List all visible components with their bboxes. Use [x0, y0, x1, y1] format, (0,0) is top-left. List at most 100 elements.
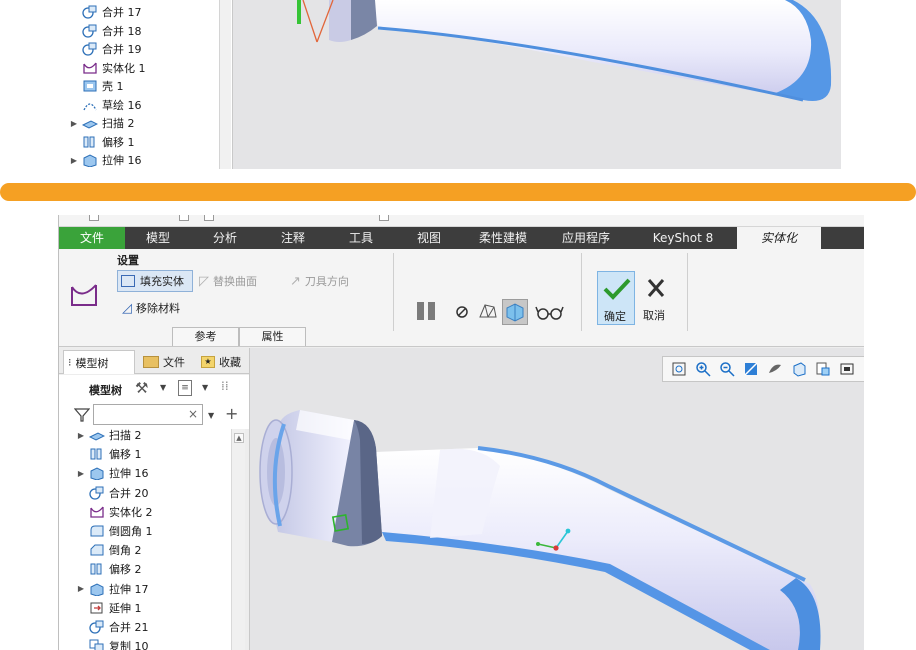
tree-item[interactable]: ▶ 扫描 2 — [68, 114, 135, 132]
tree-item[interactable]: 延伸 1 — [75, 599, 142, 617]
references-tab[interactable]: 参考 — [172, 327, 239, 346]
tab-file[interactable]: 文件 — [59, 227, 125, 249]
tree-item[interactable]: 实体化 1 — [68, 59, 146, 77]
checkmark-icon — [602, 276, 632, 306]
preview-shaded-icon[interactable] — [502, 299, 528, 325]
fill-solid-button[interactable]: 填充实体 — [117, 270, 193, 292]
cancel-button[interactable]: 取消 — [639, 271, 675, 325]
tab-keyshot[interactable]: KeyShot 8 — [629, 227, 737, 249]
model-tree-scrollbar[interactable]: ▲ — [231, 429, 245, 650]
tree-item[interactable]: 复制 10 — [75, 637, 149, 650]
settings-group-label: 设置 — [117, 254, 139, 267]
tree-item-label: 倒圆角 1 — [109, 525, 153, 538]
tree-settings-icon[interactable]: ⚒ — [135, 379, 148, 397]
tree-item[interactable]: 偏移 2 — [75, 560, 142, 578]
graphics-viewport[interactable] — [250, 348, 864, 650]
close-icon — [644, 277, 668, 303]
quick-access-icon[interactable] — [89, 215, 99, 221]
expand-arrow-icon[interactable]: ▶ — [75, 469, 87, 478]
favorites-icon: ★ — [201, 356, 215, 368]
pause-icon[interactable] — [415, 300, 439, 322]
no-preview-icon[interactable] — [453, 303, 471, 321]
tab-files-label: 文件 — [163, 356, 185, 369]
tree-item[interactable]: ▶ 扫描 2 — [75, 429, 142, 444]
tree-filter-icon[interactable]: ⁞⁞ — [221, 379, 229, 393]
show-list-icon[interactable]: ≡ — [178, 380, 192, 396]
chevron-down-icon[interactable]: ▼ — [160, 383, 166, 392]
tab-view[interactable]: 视图 — [395, 227, 463, 249]
chevron-down-icon[interactable]: ▼ — [202, 383, 208, 392]
tree-item[interactable]: ▶ 拉伸 16 — [68, 151, 142, 169]
tree-item[interactable]: 合并 17 — [68, 3, 142, 21]
tab-model-tree[interactable]: ⁝ 模型树 — [63, 350, 135, 374]
tree-item[interactable]: 合并 20 — [75, 484, 149, 502]
tree-item-label: 合并 20 — [109, 486, 149, 500]
tree-item-label: 偏移 1 — [102, 135, 135, 149]
tree-item[interactable]: 偏移 1 — [75, 445, 142, 463]
tab-tools[interactable]: 工具 — [327, 227, 395, 249]
sweep-icon — [82, 116, 98, 130]
offset-icon — [89, 562, 105, 576]
tool-direction-button[interactable]: ↗ 刀具方向 — [287, 270, 352, 292]
tree-item[interactable]: 合并 19 — [68, 40, 142, 58]
fill-solid-icon — [121, 275, 135, 287]
ok-button[interactable]: 确定 — [597, 271, 635, 325]
replace-surface-button[interactable]: ◸ 替换曲面 — [196, 270, 260, 292]
fill-solid-label: 填充实体 — [140, 275, 184, 288]
chevron-down-icon[interactable]: ▼ — [208, 411, 214, 420]
tab-solidify[interactable]: 实体化 — [737, 227, 821, 249]
ok-label: 确定 — [604, 310, 626, 323]
offset-icon — [89, 447, 105, 461]
tab-favorites[interactable]: ★ 收藏 — [197, 350, 249, 374]
tab-model[interactable]: 模型 — [125, 227, 191, 249]
add-icon[interactable]: + — [225, 404, 238, 423]
ribbon: 设置 填充实体 ◸ 替换曲面 ↗ 刀具方向 ◿ 移除材料 参考 属性 确定 取消 — [59, 249, 864, 347]
model-tree-top: 合并 17 合并 18 合并 19 实体化 1 壳 1 草绘 16 ▶ 扫描 2 偏移 1 ▶ 拉伸… — [64, 0, 219, 169]
tree-filter-row: × ▼ + — [59, 403, 249, 429]
expand-arrow-icon[interactable]: ▶ — [68, 119, 80, 128]
scroll-up-icon[interactable]: ▲ — [234, 433, 244, 443]
merge-icon — [82, 24, 98, 38]
quick-access-icon[interactable] — [204, 215, 214, 221]
quick-access-icon[interactable] — [179, 215, 189, 221]
ribbon-separator — [393, 253, 394, 331]
expand-arrow-icon[interactable]: ▶ — [75, 431, 87, 440]
tree-item[interactable]: 合并 18 — [68, 22, 142, 40]
extrude-icon — [89, 582, 105, 596]
offset-icon — [82, 135, 98, 149]
expand-arrow-icon[interactable]: ▶ — [75, 584, 87, 593]
tab-annotate[interactable]: 注释 — [259, 227, 327, 249]
tab-files[interactable]: 文件 — [139, 350, 195, 374]
tree-item[interactable]: 壳 1 — [68, 77, 124, 95]
tree-item[interactable]: 偏移 1 — [68, 133, 135, 151]
verify-glasses-icon[interactable] — [535, 303, 565, 321]
tab-analysis[interactable]: 分析 — [191, 227, 259, 249]
part-model[interactable] — [250, 348, 864, 650]
tree-item[interactable]: 倒角 2 — [75, 541, 142, 559]
tree-search-input[interactable] — [93, 404, 203, 425]
quick-access-icon[interactable] — [379, 215, 389, 221]
expand-arrow-icon[interactable]: ▶ — [68, 156, 80, 165]
graphics-viewport-top[interactable] — [232, 0, 841, 169]
tree-item-label: 合并 17 — [102, 6, 142, 19]
section-divider — [0, 183, 916, 201]
navigator-tabs: ⁝ 模型树 文件 ★ 收藏 — [59, 348, 249, 374]
tab-applications[interactable]: 应用程序 — [543, 227, 629, 249]
tree-item[interactable]: ▶ 拉伸 17 — [75, 580, 149, 598]
tree-item-label: 合并 19 — [102, 43, 142, 56]
tree-item[interactable]: 草绘 16 — [68, 96, 142, 114]
tab-flexible-modeling[interactable]: 柔性建模 — [463, 227, 543, 249]
tree-item[interactable]: 实体化 2 — [75, 503, 153, 521]
tree-item[interactable]: 合并 21 — [75, 618, 149, 636]
ribbon-separator — [687, 253, 688, 331]
tree-item[interactable]: ▶ 拉伸 16 — [75, 464, 149, 482]
cancel-label: 取消 — [643, 309, 665, 322]
clear-icon[interactable]: × — [188, 407, 198, 421]
preview-mesh-icon[interactable] — [477, 301, 499, 323]
properties-tab[interactable]: 属性 — [239, 327, 306, 346]
model-tree-top-scrollbar[interactable] — [219, 0, 231, 169]
merge-icon — [89, 620, 105, 634]
remove-material-button[interactable]: ◿ 移除材料 — [119, 297, 183, 319]
tree-item[interactable]: 倒圆角 1 — [75, 522, 153, 540]
tree-item-label: 复制 10 — [109, 640, 149, 650]
